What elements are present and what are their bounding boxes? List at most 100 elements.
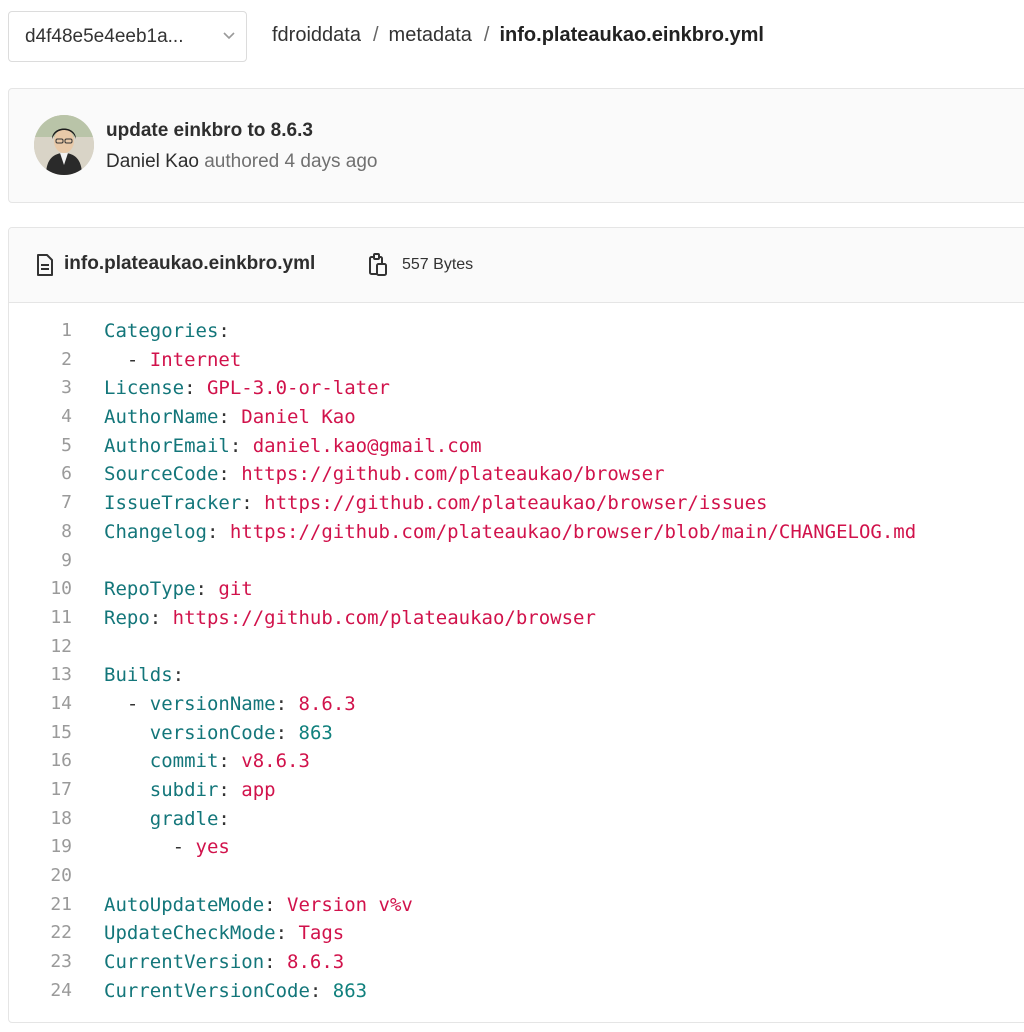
line-content: AuthorEmail: daniel.kao@gmail.com: [104, 432, 482, 461]
yaml-colon: :: [206, 520, 230, 543]
line-number[interactable]: 10: [9, 575, 72, 604]
yaml-key: AuthorEmail: [104, 434, 230, 457]
line-content: Builds:: [104, 661, 184, 690]
line-number[interactable]: 21: [9, 891, 72, 920]
line-number[interactable]: 17: [9, 776, 72, 805]
line-number[interactable]: 8: [9, 518, 72, 547]
yaml-value: 8.6.3: [298, 692, 356, 715]
line-number[interactable]: 24: [9, 977, 72, 1006]
code-line: 2 - Internet: [9, 346, 1024, 375]
line-number[interactable]: 11: [9, 604, 72, 633]
line-number[interactable]: 6: [9, 460, 72, 489]
yaml-colon: :: [149, 606, 173, 629]
yaml-value: daniel.kao@gmail.com: [252, 434, 482, 457]
yaml-value: 863: [298, 721, 333, 744]
line-number[interactable]: 23: [9, 948, 72, 977]
line-number[interactable]: 7: [9, 489, 72, 518]
yaml-colon: :: [172, 664, 185, 687]
line-number[interactable]: 3: [9, 374, 72, 403]
line-number[interactable]: 2: [9, 346, 72, 375]
yaml-key: Builds: [104, 664, 173, 687]
file-nav-bar: d4f48e5e4eeb1a... fdroiddata / metadata / in…: [0, 0, 1024, 76]
yaml-value: https://github.com/plateaukao/browser: [172, 606, 596, 629]
yaml-key: IssueTracker: [104, 492, 242, 515]
list-dash: -: [126, 692, 150, 715]
line-content: CurrentVersion: 8.6.3: [104, 948, 344, 977]
file-size: 557 Bytes: [402, 256, 474, 273]
line-number[interactable]: 16: [9, 747, 72, 776]
yaml-colon: :: [218, 463, 242, 486]
copy-path-icon[interactable]: [368, 253, 388, 277]
breadcrumb-item-fdroiddata[interactable]: fdroiddata: [272, 24, 361, 46]
yaml-colon: :: [264, 951, 288, 974]
line-number[interactable]: 13: [9, 661, 72, 690]
yaml-key: versionCode: [149, 721, 276, 744]
code-line: 15 versionCode: 863: [9, 719, 1024, 748]
yaml-key: subdir: [149, 779, 219, 801]
yaml-value: Daniel Kao: [241, 406, 356, 429]
code-line: 7 IssueTracker: https://github.com/platea…: [9, 489, 1024, 518]
line-number[interactable]: 9: [9, 547, 72, 576]
yaml-key: CurrentVersionCode: [104, 979, 310, 1002]
commit-title-link[interactable]: update einkbro to 8.6.3: [106, 120, 313, 142]
line-number[interactable]: 20: [9, 862, 72, 891]
yaml-value: https://github.com/plateaukao/browser/bl…: [229, 520, 917, 543]
code-line: 1 Categories:: [9, 317, 1024, 346]
ref-switcher-dropdown[interactable]: d4f48e5e4eeb1a...: [8, 11, 247, 62]
yaml-colon: :: [229, 434, 253, 457]
line-number[interactable]: 22: [9, 919, 72, 948]
code-line: 9: [9, 547, 1024, 576]
code-line: 13 Builds:: [9, 661, 1024, 690]
line-content: commit: v8.6.3: [104, 747, 310, 776]
yaml-colon: :: [275, 922, 299, 945]
yaml-value: Internet: [149, 348, 242, 371]
yaml-value: yes: [195, 836, 230, 859]
commit-action: authored: [204, 151, 280, 172]
line-number[interactable]: 4: [9, 403, 72, 432]
code-line: 22 UpdateCheckMode: Tags: [9, 919, 1024, 948]
line-number[interactable]: 12: [9, 633, 72, 662]
line-number[interactable]: 18: [9, 805, 72, 834]
line-number[interactable]: 19: [9, 833, 72, 862]
code-line: 19 - yes: [9, 833, 1024, 862]
yaml-value: Tags: [298, 922, 345, 945]
breadcrumb-separator: /: [483, 24, 490, 46]
line-content: Changelog: https://github.com/plateaukao…: [104, 518, 916, 547]
breadcrumb-item-metadata[interactable]: metadata: [389, 24, 472, 46]
line-number[interactable]: 1: [9, 317, 72, 346]
code-line: 14 - versionName: 8.6.3: [9, 690, 1024, 719]
yaml-colon: :: [275, 692, 299, 715]
code-line: 5 AuthorEmail: daniel.kao@gmail.com: [9, 432, 1024, 461]
line-content: - yes: [104, 833, 230, 862]
line-content: CurrentVersionCode: 863: [104, 977, 367, 1006]
breadcrumb: fdroiddata / metadata / info.plateaukao.eink…: [272, 24, 764, 47]
yaml-key: CurrentVersion: [104, 951, 265, 974]
yaml-colon: :: [218, 750, 242, 773]
avatar[interactable]: [34, 115, 94, 175]
code-line: 12: [9, 633, 1024, 662]
line-content: - Internet: [104, 346, 241, 375]
code-line: 23 CurrentVersion: 8.6.3: [9, 948, 1024, 977]
code-line: 17 subdir: app: [9, 776, 1024, 805]
line-number[interactable]: 15: [9, 719, 72, 748]
code-line: 11 Repo: https://github.com/plateaukao/br…: [9, 604, 1024, 633]
line-content: Categories:: [104, 317, 230, 346]
code-line: 6 SourceCode: https://github.com/plateauk…: [9, 460, 1024, 489]
line-content: RepoType: git: [104, 575, 253, 604]
commit-meta: Daniel Kao authored 4 days ago: [106, 151, 378, 173]
yaml-colon: :: [218, 807, 230, 830]
breadcrumb-current-file: info.plateaukao.einkbro.yml: [499, 24, 764, 46]
commit-author-link[interactable]: Daniel Kao: [106, 151, 199, 172]
line-number[interactable]: 5: [9, 432, 72, 461]
yaml-colon: :: [195, 578, 219, 601]
line-content: License: GPL-3.0-or-later: [104, 374, 390, 403]
yaml-key: versionName: [149, 692, 276, 715]
yaml-colon: :: [184, 377, 207, 400]
yaml-colon: :: [241, 492, 265, 515]
chevron-down-icon: [223, 32, 235, 40]
line-number[interactable]: 14: [9, 690, 72, 719]
line-content: AuthorName: Daniel Kao: [104, 403, 356, 432]
